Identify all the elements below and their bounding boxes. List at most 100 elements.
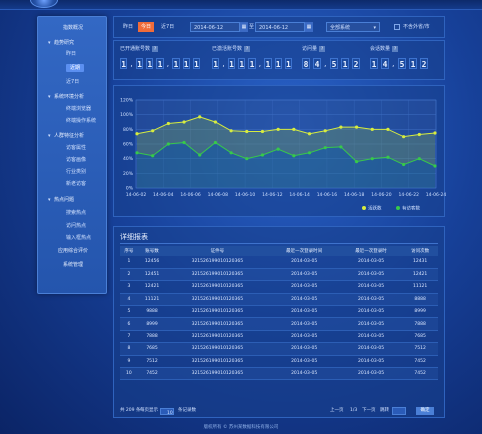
table-row[interactable]: 9 7512 321526199010120365 2014-03-05 2014-03… [120, 355, 438, 369]
sidebar-item-label: 系统管理 [62, 262, 83, 268]
kpi-label: 已开通账号数 [120, 46, 151, 52]
sidebar-item[interactable]: 输入框热点 [38, 233, 108, 243]
footer: 版权所有 © 苏州某数据科技有限公司 [203, 425, 279, 430]
table-cell: 2014-03-05 [268, 305, 340, 319]
help-icon[interactable]: ? [392, 45, 399, 52]
system-select-value: 全部系统 [330, 25, 351, 31]
data-point [433, 164, 437, 168]
table-row[interactable]: 4 11121 321526199010120365 2014-03-05 2014-0… [120, 293, 438, 307]
date-separator: 至 [249, 24, 255, 30]
next-page-link[interactable]: 下一页 [362, 406, 376, 416]
sidebar-item[interactable]: 新老访客 [38, 179, 108, 189]
sidebar-item[interactable]: ▾ 趋势研究 [38, 38, 108, 48]
data-point [307, 151, 312, 155]
trend-chart: 0% 20% 40% 60% 80% 100% 120% 14-06-02 14-06-04 14… [113, 85, 446, 217]
table-row[interactable]: 2 12451 321526199010120365 2014-03-05 2014-0… [120, 268, 438, 282]
system-select[interactable]: 全部系统 ▾ [326, 22, 380, 32]
page-indicator: 1/3 [350, 408, 358, 413]
logo [30, 0, 58, 8]
sidebar-item[interactable]: 近期 [38, 63, 108, 73]
column-header[interactable]: 访问次数 [402, 246, 438, 256]
sidebar-item[interactable]: 访问热点 [38, 221, 108, 231]
goto-label: 跳转 [380, 408, 389, 413]
kpi-label-row: 已开通账号数? [120, 45, 200, 53]
y-tick-label: 60% [123, 142, 134, 148]
table-row[interactable]: 6 8999 321526199010120365 2014-03-05 2014-03… [120, 317, 438, 331]
sidebar-item[interactable]: 终端浏览器 [38, 104, 108, 114]
table-cell: 2014-03-05 [339, 268, 403, 282]
data-point [276, 127, 280, 131]
sidebar-item[interactable]: 指数概况 [38, 23, 108, 33]
column-header[interactable]: 账号数 [137, 246, 167, 256]
goto-page-input[interactable] [392, 407, 406, 415]
table-row[interactable]: 1 12456 321526199010120365 2014-03-05 2014-0… [120, 256, 438, 269]
column-header[interactable]: 最近一次登录时 [339, 246, 403, 256]
sidebar-item[interactable]: 搜索热点 [38, 208, 108, 218]
data-point [229, 129, 233, 133]
sidebar-item-label: 近期 [66, 64, 85, 72]
table-row[interactable]: 3 12421 321526199010120365 2014-03-05 2014-0… [120, 280, 438, 294]
table-row[interactable]: 8 7685 321526199010120365 2014-03-05 2014-03… [120, 342, 438, 356]
table-cell: 7452 [402, 367, 438, 381]
calendar-icon[interactable]: ▦ [240, 22, 248, 32]
table-row[interactable]: 5 9888 321526199010120365 2014-03-05 2014-03… [120, 305, 438, 319]
prev-page-link[interactable]: 上一页 [330, 406, 344, 416]
sidebar-item[interactable]: ▾ 系统环境分析 [38, 92, 108, 102]
table-body: 1 12456 321526199010120365 2014-03-05 2014-0… [120, 256, 438, 381]
kpi-digit: 5 [330, 58, 338, 69]
sidebar-item[interactable]: 访客属性 [38, 143, 108, 153]
sidebar-item-label: 人群特征分析 [54, 133, 85, 139]
table-cell: 2014-03-05 [268, 256, 340, 269]
today-button[interactable]: 今日 [138, 22, 155, 32]
table-cell: 7888 [402, 317, 438, 331]
help-icon[interactable]: ? [319, 45, 326, 52]
digit-separator: , [324, 59, 327, 68]
sidebar-item[interactable]: 行业类别 [38, 167, 108, 177]
per-page-label: 每页显示 [140, 408, 158, 413]
sidebar-item[interactable]: 终端操作系统 [38, 116, 108, 126]
yesterday-button[interactable]: 昨日 [120, 22, 136, 32]
data-point [213, 120, 218, 124]
digit-separator: , [392, 59, 395, 68]
table-cell: 7512 [137, 355, 167, 369]
kpi-digit: 1 [212, 58, 220, 69]
legend-label: 活跃数 [368, 205, 382, 212]
table-cell: 2014-03-05 [339, 305, 403, 319]
column-header[interactable]: 证件号 [166, 246, 269, 256]
start-date-input[interactable]: 2014-06-12 [190, 22, 240, 32]
sidebar-item-label: 访客属性 [66, 145, 87, 151]
sidebar-item[interactable]: 近7日 [38, 77, 108, 87]
x-tick-label: 14-06-02 [126, 192, 147, 198]
table-row[interactable]: 7 7888 321526199010120365 2014-03-05 2014-03… [120, 330, 438, 344]
end-date-input[interactable]: 2014-06-12 [255, 22, 305, 32]
column-header[interactable]: 最近一次登录时间 [268, 246, 340, 256]
kpi-digits: 14,512 [370, 58, 450, 70]
calendar-icon[interactable]: ▦ [305, 22, 313, 32]
table-cell: 1 [120, 256, 138, 269]
table-cell: 2014-03-05 [339, 367, 403, 381]
sidebar-item[interactable]: 访客画像 [38, 155, 108, 165]
table-cell: 321526199010120365 [166, 317, 269, 331]
table-cell: 8888 [402, 293, 438, 307]
data-point [370, 157, 374, 161]
column-header[interactable]: 序号 [120, 246, 138, 256]
sidebar-item[interactable]: ▾ 热点问题 [38, 195, 108, 205]
table-cell: 7685 [402, 330, 438, 344]
table-cell: 7 [120, 330, 138, 344]
table-cell: 2014-03-05 [268, 355, 340, 369]
table-cell: 321526199010120365 [166, 367, 269, 381]
per-page-select[interactable]: 10 [160, 407, 174, 416]
sidebar-item[interactable]: 应用综合评价 [38, 246, 108, 256]
help-icon[interactable]: ? [244, 45, 251, 52]
sidebar-item[interactable]: 系统管理 [38, 260, 108, 270]
data-point [386, 127, 390, 131]
y-tick-label: 20% [123, 171, 134, 177]
goto-button[interactable]: 确定 [416, 407, 434, 415]
sidebar-item[interactable]: ▾ 人群特征分析 [38, 131, 108, 141]
table-cell: 8 [120, 342, 138, 356]
sidebar-item[interactable]: 昨日 [38, 49, 108, 59]
table-row[interactable]: 10 7452 321526199010120365 2014-03-05 2014-0… [120, 367, 438, 381]
last7-button[interactable]: 近7日 [158, 22, 177, 32]
help-icon[interactable]: ? [152, 45, 159, 52]
exclude-checkbox[interactable] [394, 24, 400, 30]
